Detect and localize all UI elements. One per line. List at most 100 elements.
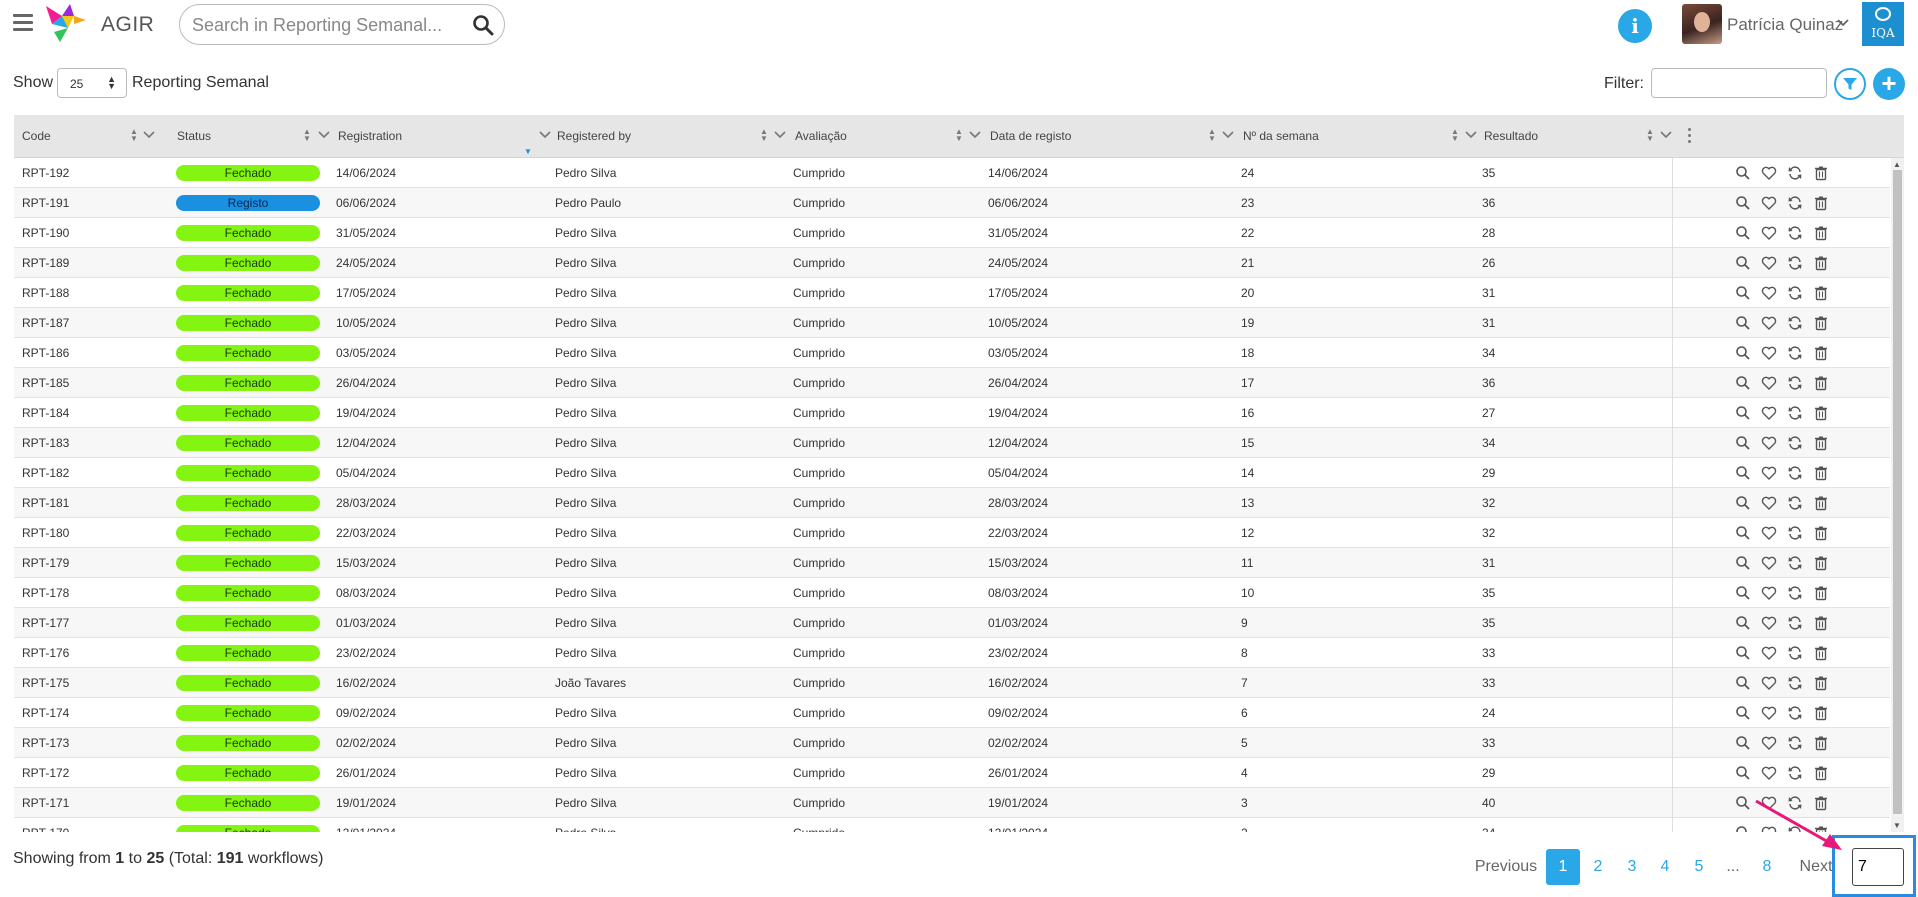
search-icon[interactable] — [1735, 225, 1751, 241]
info-button[interactable]: i — [1618, 9, 1652, 43]
heart-icon[interactable] — [1761, 345, 1777, 361]
goto-page-input[interactable] — [1852, 848, 1904, 886]
search-icon[interactable] — [1735, 465, 1751, 481]
refresh-icon[interactable] — [1787, 315, 1803, 331]
column-header-avaliacao[interactable]: Avaliação ▲ ▼ — [787, 115, 987, 158]
scroll-down-icon[interactable]: ▼ — [1893, 821, 1901, 830]
page-1-button[interactable]: 1 — [1546, 849, 1580, 885]
search-icon[interactable] — [1735, 375, 1751, 391]
search-icon[interactable] — [1735, 525, 1751, 541]
table-row[interactable]: RPT-191 06/06/2024 Pedro Paulo Cumprido 06/0… — [14, 188, 1890, 218]
table-row[interactable]: RPT-179 15/03/2024 Pedro Silva Cumprido 15/0… — [14, 548, 1890, 578]
heart-icon[interactable] — [1761, 225, 1777, 241]
table-row[interactable]: RPT-177 01/03/2024 Pedro Silva Cumprido 01/0… — [14, 608, 1890, 638]
table-row[interactable]: RPT-183 12/04/2024 Pedro Silva Cumprido 12/0… — [14, 428, 1890, 458]
trash-icon[interactable] — [1813, 495, 1829, 511]
trash-icon[interactable] — [1813, 255, 1829, 271]
previous-page-button[interactable]: Previous — [1471, 849, 1541, 885]
table-row[interactable]: RPT-175 16/02/2024 João Tavares Cumprido 16/… — [14, 668, 1890, 698]
chevron-down-icon[interactable] — [969, 130, 981, 140]
trash-icon[interactable] — [1813, 585, 1829, 601]
refresh-icon[interactable] — [1787, 405, 1803, 421]
trash-icon[interactable] — [1813, 435, 1829, 451]
search-icon[interactable] — [1735, 675, 1751, 691]
heart-icon[interactable] — [1761, 555, 1777, 571]
heart-icon[interactable] — [1761, 195, 1777, 211]
refresh-icon[interactable] — [1787, 555, 1803, 571]
trash-icon[interactable] — [1813, 765, 1829, 781]
search-icon[interactable] — [1735, 495, 1751, 511]
refresh-icon[interactable] — [1787, 585, 1803, 601]
heart-icon[interactable] — [1761, 285, 1777, 301]
search-icon[interactable] — [1735, 765, 1751, 781]
menu-icon[interactable] — [13, 14, 33, 32]
column-header-registered-by[interactable]: Registered by ▲ ▼ — [549, 115, 786, 158]
search-icon[interactable] — [1735, 555, 1751, 571]
page-2-button[interactable]: 2 — [1586, 849, 1610, 885]
page-5-button[interactable]: 5 — [1687, 849, 1711, 885]
heart-icon[interactable] — [1761, 435, 1777, 451]
refresh-icon[interactable] — [1787, 465, 1803, 481]
search-input[interactable] — [192, 13, 462, 37]
page-3-button[interactable]: 3 — [1620, 849, 1644, 885]
refresh-icon[interactable] — [1787, 675, 1803, 691]
trash-icon[interactable] — [1813, 555, 1829, 571]
heart-icon[interactable] — [1761, 405, 1777, 421]
chevron-down-icon[interactable] — [318, 130, 330, 140]
search-icon[interactable] — [1735, 345, 1751, 361]
heart-icon[interactable] — [1761, 525, 1777, 541]
refresh-icon[interactable] — [1787, 735, 1803, 751]
search-icon[interactable] — [1735, 735, 1751, 751]
heart-icon[interactable] — [1761, 675, 1777, 691]
refresh-icon[interactable] — [1787, 765, 1803, 781]
refresh-icon[interactable] — [1787, 705, 1803, 721]
table-row[interactable]: RPT-188 17/05/2024 Pedro Silva Cumprido 17/0… — [14, 278, 1890, 308]
chevron-down-icon[interactable] — [143, 130, 155, 140]
table-row[interactable]: RPT-176 23/02/2024 Pedro Silva Cumprido 23/0… — [14, 638, 1890, 668]
table-row[interactable]: RPT-186 03/05/2024 Pedro Silva Cumprido 03/0… — [14, 338, 1890, 368]
trash-icon[interactable] — [1813, 375, 1829, 391]
filter-button[interactable] — [1834, 68, 1866, 100]
scrollbar-thumb[interactable] — [1893, 170, 1902, 814]
trash-icon[interactable] — [1813, 405, 1829, 421]
refresh-icon[interactable] — [1787, 615, 1803, 631]
avatar[interactable] — [1682, 4, 1722, 44]
refresh-icon[interactable] — [1787, 495, 1803, 511]
search-icon[interactable] — [1735, 585, 1751, 601]
refresh-icon[interactable] — [1787, 345, 1803, 361]
table-row[interactable]: RPT-174 09/02/2024 Pedro Silva Cumprido 09/0… — [14, 698, 1890, 728]
refresh-icon[interactable] — [1787, 225, 1803, 241]
table-row[interactable]: RPT-192 14/06/2024 Pedro Silva Cumprido 14/0… — [14, 158, 1890, 188]
search-icon[interactable] — [1735, 255, 1751, 271]
column-header-n-da-semana[interactable]: Nº da semana ▲ ▼ — [1235, 115, 1477, 158]
heart-icon[interactable] — [1761, 165, 1777, 181]
refresh-icon[interactable] — [1787, 525, 1803, 541]
table-row[interactable]: RPT-178 08/03/2024 Pedro Silva Cumprido 08/0… — [14, 578, 1890, 608]
chevron-down-icon[interactable] — [1660, 130, 1672, 140]
add-button[interactable]: + — [1873, 68, 1905, 100]
heart-icon[interactable] — [1761, 765, 1777, 781]
table-row[interactable]: RPT-185 26/04/2024 Pedro Silva Cumprido 26/0… — [14, 368, 1890, 398]
refresh-icon[interactable] — [1787, 255, 1803, 271]
refresh-icon[interactable] — [1787, 375, 1803, 391]
heart-icon[interactable] — [1761, 315, 1777, 331]
refresh-icon[interactable] — [1787, 285, 1803, 301]
search-icon[interactable] — [1735, 615, 1751, 631]
table-row[interactable]: RPT-180 22/03/2024 Pedro Silva Cumprido 22/0… — [14, 518, 1890, 548]
table-row[interactable]: RPT-187 10/05/2024 Pedro Silva Cumprido 10/0… — [14, 308, 1890, 338]
trash-icon[interactable] — [1813, 615, 1829, 631]
column-header-registration[interactable]: Registration ▼ — [330, 115, 560, 158]
heart-icon[interactable] — [1761, 705, 1777, 721]
search-icon[interactable] — [1735, 315, 1751, 331]
refresh-icon[interactable] — [1787, 645, 1803, 661]
trash-icon[interactable] — [1813, 285, 1829, 301]
trash-icon[interactable] — [1813, 705, 1829, 721]
search-icon[interactable] — [1735, 195, 1751, 211]
trash-icon[interactable] — [1813, 315, 1829, 331]
heart-icon[interactable] — [1761, 495, 1777, 511]
heart-icon[interactable] — [1761, 255, 1777, 271]
trash-icon[interactable] — [1813, 465, 1829, 481]
chevron-down-icon[interactable] — [1837, 18, 1849, 28]
heart-icon[interactable] — [1761, 615, 1777, 631]
chevron-down-icon[interactable] — [774, 130, 786, 140]
